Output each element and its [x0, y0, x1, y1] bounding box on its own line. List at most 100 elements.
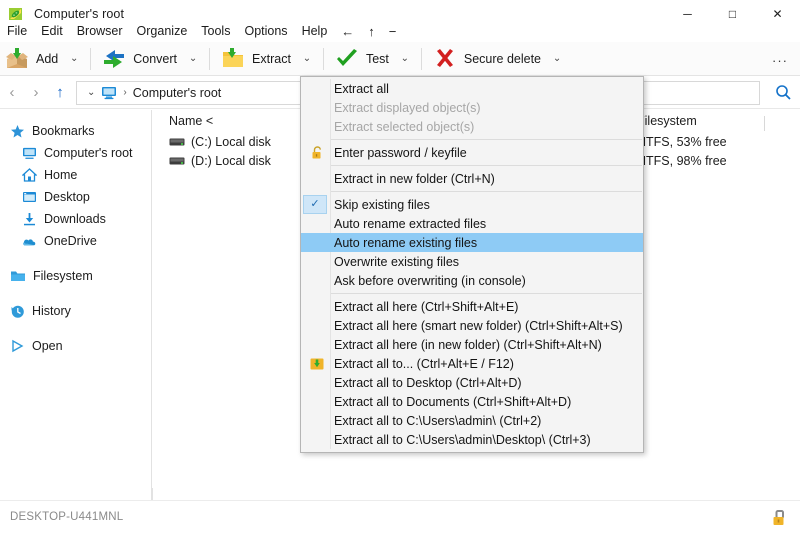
toolbar-separator-2: [209, 48, 210, 70]
sidebar-label-filesystem: Filesystem: [33, 269, 93, 283]
computer-icon: [22, 147, 37, 160]
toolbar-group-extract: Extract ⌄: [216, 42, 317, 76]
sidebar-item-history[interactable]: History: [0, 300, 151, 322]
nav-up-button[interactable]: ↑: [48, 81, 72, 105]
secure-delete-dropdown-caret[interactable]: ⌄: [547, 44, 567, 74]
home-icon: [22, 168, 37, 182]
file-row-name-text: (D:) Local disk: [191, 154, 271, 168]
sidebar-label-desktop: Desktop: [44, 190, 90, 204]
test-check-icon: [334, 47, 360, 71]
convert-button-label: Convert: [133, 52, 177, 66]
sidebar-item-open[interactable]: Open: [0, 335, 151, 357]
column-header-filesystem[interactable]: Filesystem: [633, 114, 773, 128]
add-box-icon: [4, 47, 30, 71]
menu-item-extract-displayed-objects: Extract displayed object(s): [301, 98, 643, 117]
menu-separator-2: [331, 165, 642, 166]
harddisk-icon: [169, 155, 185, 167]
sidebar-gap-2: [0, 287, 151, 300]
window-title: Computer's root: [34, 7, 124, 21]
menu-item-extract-in-new-folder[interactable]: Extract in new folder (Ctrl+N): [301, 169, 643, 188]
menu-item-extract-all-here-in-new-folder[interactable]: Extract all here (in new folder) (Ctrl+S…: [301, 335, 643, 354]
secure-delete-button[interactable]: Secure delete: [428, 44, 547, 74]
menu-separator-1: [331, 139, 642, 140]
menu-item-extract-all-to-desktop[interactable]: Extract all to Desktop (Ctrl+Alt+D): [301, 373, 643, 392]
menu-options[interactable]: Options: [237, 22, 294, 40]
menu-item-skip-existing-files[interactable]: ✓ Skip existing files: [301, 195, 643, 214]
menu-item-extract-all-to[interactable]: Extract all to... (Ctrl+Alt+E / F12): [301, 354, 643, 373]
menu-item-extract-all-to-users-admin-desktop[interactable]: Extract all to C:\Users\admin\Desktop\ (…: [301, 430, 643, 449]
harddisk-icon: [169, 136, 185, 148]
file-row-name-text: (C:) Local disk: [191, 135, 271, 149]
extract-context-menu: Extract all Extract displayed object(s) …: [300, 76, 644, 453]
menu-item-extract-all-here[interactable]: Extract all here (Ctrl+Shift+Alt+E): [301, 297, 643, 316]
menu-bar: File Edit Browser Organize Tools Options…: [0, 20, 800, 42]
menu-separator-3: [331, 191, 642, 192]
star-icon: [10, 124, 25, 139]
test-button[interactable]: Test: [330, 44, 395, 74]
sidebar-label-computers-root: Computer's root: [44, 146, 133, 160]
nav-forward-button[interactable]: ›: [24, 81, 48, 105]
sidebar: Bookmarks Computer's root Home: [0, 110, 152, 500]
toolbar-separator-1: [90, 48, 91, 70]
toolbar-group-convert: Convert ⌄: [97, 42, 203, 76]
nav-back-button[interactable]: ‹: [0, 81, 24, 105]
menu-item-extract-all-to-documents[interactable]: Extract all to Documents (Ctrl+Shift+Alt…: [301, 392, 643, 411]
download-icon: [22, 212, 37, 226]
menu-item-auto-rename-extracted-files[interactable]: Auto rename extracted files: [301, 214, 643, 233]
history-clock-icon: [10, 304, 25, 319]
menu-tools[interactable]: Tools: [194, 22, 237, 40]
menu-edit[interactable]: Edit: [34, 22, 70, 40]
menu-item-extract-all-to-users-admin[interactable]: Extract all to C:\Users\admin\ (Ctrl+2): [301, 411, 643, 430]
padlock-icon[interactable]: [771, 509, 788, 527]
breadcrumb-current-path[interactable]: Computer's root: [133, 86, 222, 100]
convert-button[interactable]: Convert: [97, 44, 183, 74]
menu-item-label: Extract all to... (Ctrl+Alt+E / F12): [334, 357, 514, 371]
secure-delete-x-icon: [432, 47, 458, 71]
menu-item-label: Skip existing files: [334, 198, 430, 212]
toolbar-group-add: Add ⌄: [0, 42, 84, 76]
menu-separator-4: [331, 293, 642, 294]
computer-icon: [101, 86, 117, 100]
toolbar-overflow-button[interactable]: ···: [768, 50, 792, 70]
sidebar-gap-3: [0, 322, 151, 335]
menubar-up-arrow[interactable]: ↑: [361, 22, 382, 41]
sidebar-item-onedrive[interactable]: OneDrive: [0, 230, 151, 252]
extract-button[interactable]: Extract: [216, 44, 297, 74]
menu-file[interactable]: File: [0, 22, 34, 40]
menubar-minus[interactable]: −: [382, 22, 404, 41]
sidebar-item-downloads[interactable]: Downloads: [0, 208, 151, 230]
menubar-back-arrow[interactable]: ←: [334, 22, 361, 41]
checkmark-icon: ✓: [303, 195, 327, 214]
menu-item-auto-rename-existing-files[interactable]: Auto rename existing files: [301, 233, 643, 252]
menu-item-extract-all-here-smart-new-folder[interactable]: Extract all here (smart new folder) (Ctr…: [301, 316, 643, 335]
padlock-icon: [307, 143, 327, 162]
test-dropdown-caret[interactable]: ⌄: [395, 44, 415, 74]
extract-button-label: Extract: [252, 52, 291, 66]
menu-browser[interactable]: Browser: [70, 22, 130, 40]
toolbar-group-test: Test ⌄: [330, 42, 415, 76]
menu-help[interactable]: Help: [295, 22, 335, 40]
add-button[interactable]: Add: [0, 44, 64, 74]
sidebar-item-desktop[interactable]: Desktop: [0, 186, 151, 208]
menu-item-overwrite-existing-files[interactable]: Overwrite existing files: [301, 252, 643, 271]
menu-item-extract-all[interactable]: Extract all: [301, 79, 643, 98]
extract-dropdown-caret[interactable]: ⌄: [297, 44, 317, 74]
status-machine-name: DESKTOP-U441MNL: [10, 511, 123, 523]
convert-dropdown-caret[interactable]: ⌄: [183, 44, 203, 74]
sidebar-label-open: Open: [32, 339, 63, 353]
sidebar-label-downloads: Downloads: [44, 212, 106, 226]
menu-item-ask-before-overwriting[interactable]: Ask before overwriting (in console): [301, 271, 643, 290]
sidebar-label-home: Home: [44, 168, 77, 182]
desktop-icon: [22, 190, 37, 204]
extract-folder-icon: [220, 47, 246, 71]
sidebar-item-bookmarks[interactable]: Bookmarks: [0, 120, 151, 142]
breadcrumb-dropdown-caret[interactable]: ⌄: [81, 87, 101, 98]
menu-organize[interactable]: Organize: [130, 22, 195, 40]
add-dropdown-caret[interactable]: ⌄: [64, 44, 84, 74]
menu-item-enter-password-keyfile[interactable]: Enter password / keyfile: [301, 143, 643, 162]
sidebar-item-computers-root[interactable]: Computer's root: [0, 142, 151, 164]
sidebar-item-home[interactable]: Home: [0, 164, 151, 186]
search-icon[interactable]: [766, 81, 800, 105]
sidebar-item-filesystem[interactable]: Filesystem: [0, 265, 151, 287]
sidebar-gap-1: [0, 252, 151, 265]
